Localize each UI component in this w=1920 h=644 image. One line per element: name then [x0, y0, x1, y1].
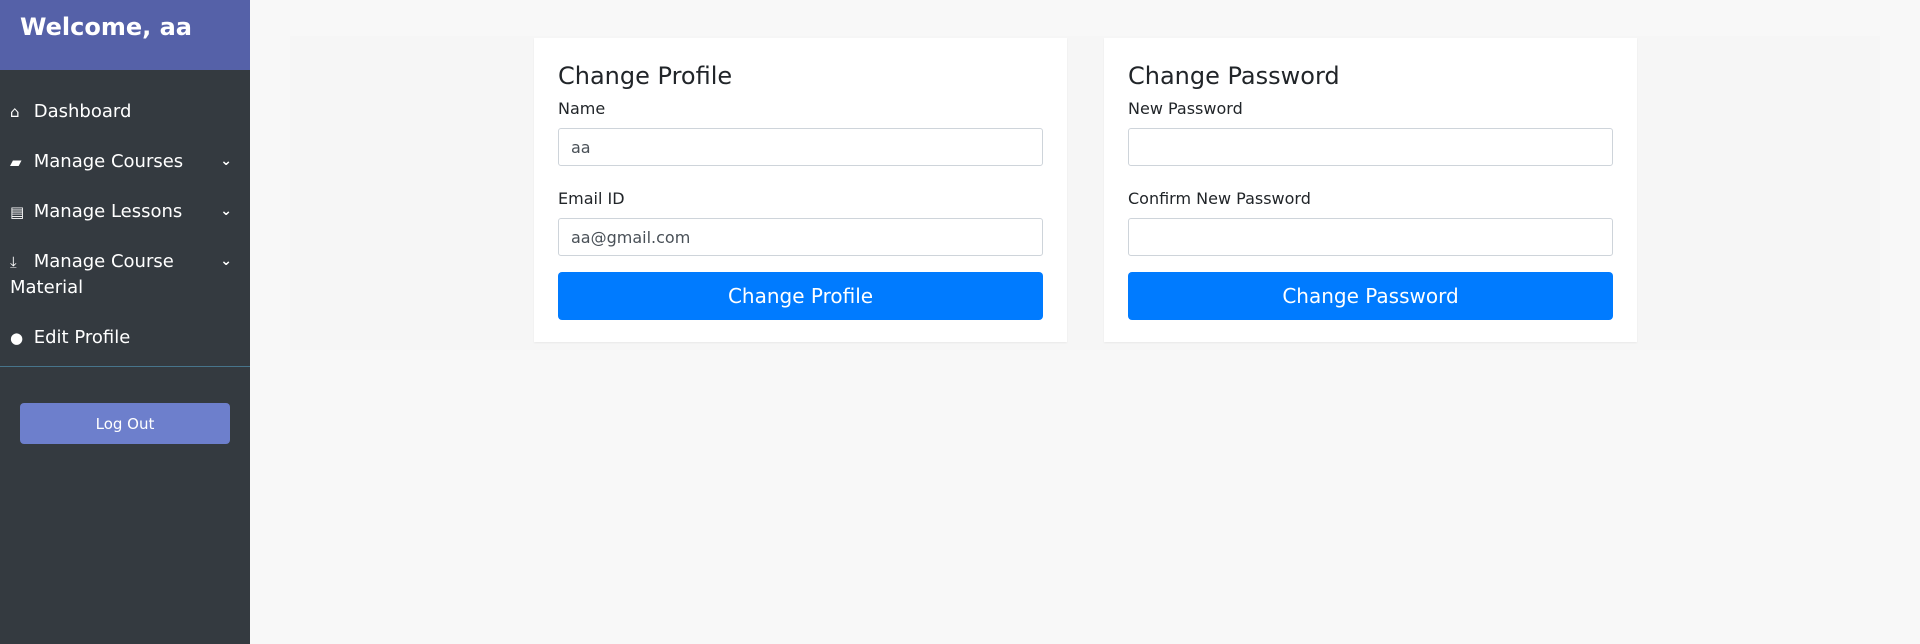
- card-title: Change Password: [1128, 62, 1340, 90]
- chevron-down-icon: ⌄: [220, 153, 232, 169]
- card-title: Change Profile: [558, 62, 733, 90]
- sidebar-header: Welcome, aa: [0, 0, 250, 70]
- confirm-password-input[interactable]: [1128, 218, 1613, 256]
- email-label: Email ID: [558, 189, 625, 208]
- sidebar-item-dashboard[interactable]: ⌂ Dashboard: [0, 94, 250, 130]
- download-icon: ⤓: [10, 253, 17, 271]
- main-content: Change Profile Name Email ID Change Prof…: [290, 36, 1880, 350]
- user-icon: ●: [10, 329, 24, 347]
- book-icon: ▰: [10, 153, 22, 171]
- sidebar-divider: [0, 366, 250, 367]
- chevron-down-icon: ⌄: [220, 203, 232, 219]
- change-profile-button[interactable]: Change Profile: [558, 272, 1043, 320]
- sidebar-item-manage-courses[interactable]: ▰ Manage Courses ⌄: [0, 144, 250, 180]
- sidebar-item-label: Edit Profile: [33, 327, 131, 348]
- sidebar-item-label: Dashboard: [33, 101, 132, 122]
- email-input[interactable]: [558, 218, 1043, 256]
- change-password-button[interactable]: Change Password: [1128, 272, 1613, 320]
- file-icon: ▤: [10, 203, 25, 221]
- chevron-down-icon: ⌄: [220, 253, 232, 269]
- welcome-heading: Welcome, aa: [20, 13, 192, 41]
- change-profile-card: Change Profile Name Email ID Change Prof…: [534, 38, 1067, 342]
- change-password-card: Change Password New Password Confirm New…: [1104, 38, 1637, 342]
- sidebar-nav: ⌂ Dashboard ▰ Manage Courses ⌄ ▤ Manage …: [0, 94, 250, 356]
- name-label: Name: [558, 99, 606, 118]
- new-password-label: New Password: [1128, 99, 1243, 118]
- home-icon: ⌂: [10, 103, 20, 121]
- sidebar: Welcome, aa ⌂ Dashboard ▰ Manage Courses…: [0, 0, 250, 644]
- sidebar-item-manage-lessons[interactable]: ▤ Manage Lessons ⌄: [0, 194, 250, 230]
- sidebar-item-label: Manage Course Material: [10, 251, 174, 298]
- confirm-password-label: Confirm New Password: [1128, 189, 1311, 208]
- name-input[interactable]: [558, 128, 1043, 166]
- sidebar-item-label: Manage Courses: [33, 151, 184, 172]
- sidebar-item-edit-profile[interactable]: ● Edit Profile: [0, 320, 250, 356]
- sidebar-item-label: Manage Lessons: [33, 201, 183, 222]
- sidebar-item-manage-course-material[interactable]: ⤓ Manage Course Material ⌄: [0, 244, 250, 306]
- new-password-input[interactable]: [1128, 128, 1613, 166]
- logout-button[interactable]: Log Out: [20, 403, 230, 444]
